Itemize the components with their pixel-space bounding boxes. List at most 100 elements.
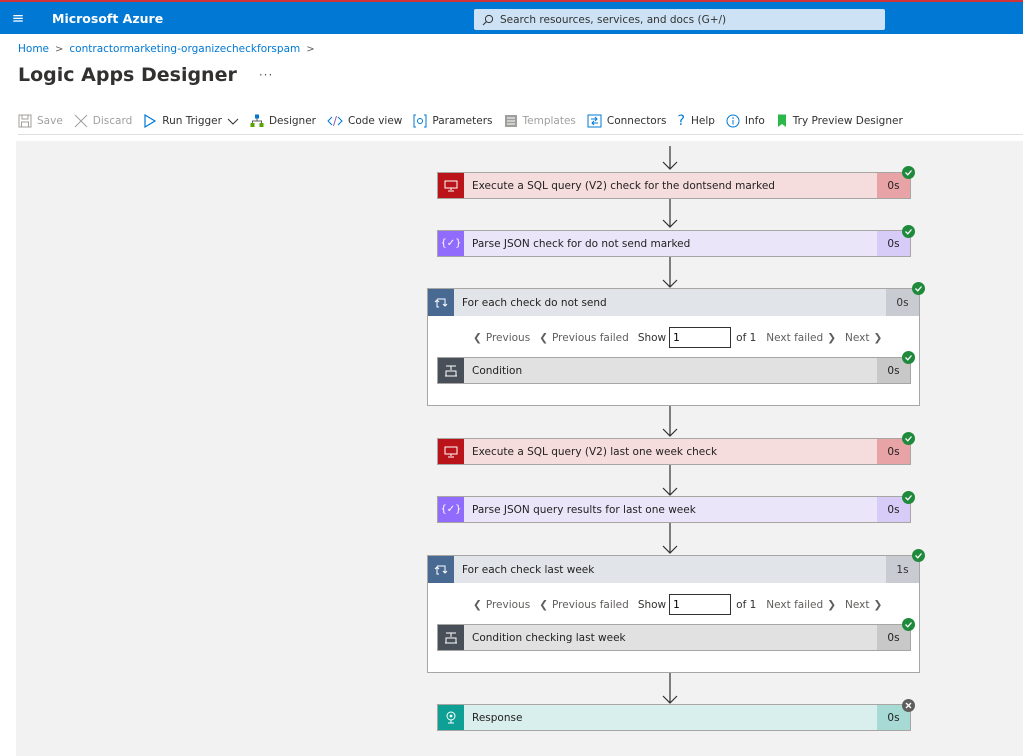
step-label: Condition checking last week bbox=[472, 631, 626, 644]
condition-icon bbox=[438, 625, 464, 650]
loop-icon bbox=[428, 289, 454, 316]
chevron-right-icon: > bbox=[55, 43, 64, 55]
code-view-button[interactable]: Code view bbox=[327, 114, 402, 128]
search-icon bbox=[482, 14, 494, 25]
breadcrumb-resource[interactable]: contractormarketing-organizecheckforspam bbox=[69, 43, 300, 55]
top-bar: ≡ Microsoft Azure Search resources, serv… bbox=[0, 0, 1023, 34]
discard-button[interactable]: Discard bbox=[74, 114, 132, 128]
json-icon: {✓} bbox=[438, 231, 464, 256]
previous-failed-button[interactable]: ❮ Previous failed bbox=[539, 332, 629, 344]
json-icon: {✓} bbox=[438, 497, 464, 522]
sql-icon bbox=[438, 439, 464, 464]
response-step[interactable]: Response 0s bbox=[437, 704, 911, 731]
show-label: Show bbox=[637, 598, 667, 611]
show-label: Show bbox=[637, 331, 667, 344]
loop-icon bbox=[428, 556, 454, 583]
condition-step[interactable]: Condition 0s bbox=[437, 357, 911, 384]
parameters-icon bbox=[413, 114, 427, 128]
loop-header[interactable]: For each check last week 1s bbox=[428, 556, 919, 583]
info-button[interactable]: Info bbox=[726, 114, 765, 128]
chevron-down-icon bbox=[227, 118, 239, 125]
help-icon: ? bbox=[677, 113, 685, 129]
toolbar-divider bbox=[18, 134, 1023, 135]
success-check-icon bbox=[902, 491, 915, 504]
next-failed-button[interactable]: Next failed ❯ bbox=[766, 599, 836, 611]
iteration-pager: ❮Previous ❮Previous failed Show of 1 Nex… bbox=[473, 327, 891, 348]
breadcrumb-home[interactable]: Home bbox=[18, 43, 49, 55]
designer-button[interactable]: Designer bbox=[250, 114, 316, 128]
condition-step[interactable]: Condition checking last week 0s bbox=[437, 624, 911, 651]
arrow-down-icon bbox=[662, 523, 678, 554]
parse-json-step[interactable]: {✓} Parse JSON query results for last on… bbox=[437, 496, 911, 523]
search-placeholder: Search resources, services, and docs (G+… bbox=[500, 13, 727, 26]
arrow-down-icon bbox=[662, 406, 678, 437]
step-label: Parse JSON check for do not send marked bbox=[472, 237, 691, 250]
code-icon bbox=[327, 115, 343, 127]
success-check-icon bbox=[912, 549, 925, 562]
step-label: Execute a SQL query (V2) last one week c… bbox=[472, 445, 718, 458]
previous-button[interactable]: ❮ Previous bbox=[473, 332, 530, 344]
page-title: Logic Apps Designer bbox=[18, 64, 237, 86]
loop-label: For each check last week bbox=[462, 563, 595, 576]
designer-canvas: Execute a SQL query (V2) check for the d… bbox=[16, 141, 1023, 756]
success-check-icon bbox=[902, 432, 915, 445]
designer-icon bbox=[250, 114, 264, 127]
close-icon bbox=[74, 114, 88, 128]
run-trigger-button[interactable]: Run Trigger bbox=[143, 114, 239, 128]
sql-query-step[interactable]: Execute a SQL query (V2) check for the d… bbox=[437, 172, 911, 199]
bookmark-icon bbox=[777, 114, 786, 127]
save-icon bbox=[18, 114, 32, 128]
iteration-pager: ❮Previous ❮Previous failed Show of 1 Nex… bbox=[473, 594, 891, 615]
more-options-icon[interactable]: ··· bbox=[259, 68, 273, 82]
step-label: Execute a SQL query (V2) check for the d… bbox=[472, 179, 775, 192]
brand-name[interactable]: Microsoft Azure bbox=[52, 11, 163, 26]
arrow-down-icon bbox=[662, 465, 678, 496]
search-box[interactable]: Search resources, services, and docs (G+… bbox=[474, 9, 885, 30]
arrow-down-icon bbox=[662, 199, 678, 228]
toolbar: Save Discard Run Trigger Designer Code v… bbox=[18, 112, 914, 130]
help-button[interactable]: ? Help bbox=[678, 113, 715, 129]
previous-button[interactable]: ❮ Previous bbox=[473, 599, 530, 611]
parse-json-step[interactable]: {✓} Parse JSON check for do not send mar… bbox=[437, 230, 911, 257]
arrow-down-icon bbox=[662, 146, 678, 170]
success-check-icon bbox=[912, 282, 925, 295]
response-icon bbox=[438, 705, 464, 730]
connectors-icon bbox=[587, 114, 602, 128]
play-icon bbox=[144, 114, 157, 128]
previous-failed-button[interactable]: ❮ Previous failed bbox=[539, 599, 629, 611]
try-preview-designer-button[interactable]: Try Preview Designer bbox=[776, 114, 903, 128]
chevron-right-icon: > bbox=[306, 43, 315, 55]
step-label: Parse JSON query results for last one we… bbox=[472, 503, 696, 516]
step-label: Condition bbox=[472, 364, 523, 377]
iteration-total: of 1 bbox=[736, 331, 757, 344]
step-label: Response bbox=[472, 711, 523, 724]
save-button[interactable]: Save bbox=[18, 114, 63, 128]
next-button[interactable]: Next ❯ bbox=[845, 332, 882, 344]
success-check-icon bbox=[902, 166, 915, 179]
templates-icon bbox=[504, 115, 517, 127]
failed-x-icon bbox=[902, 699, 915, 712]
foreach-loop-1[interactable]: For each check do not send 0s ❮ Previous … bbox=[427, 288, 920, 406]
loop-label: For each check do not send bbox=[462, 296, 607, 309]
arrow-down-icon bbox=[662, 257, 678, 288]
iteration-total: of 1 bbox=[736, 598, 757, 611]
arrow-down-icon bbox=[662, 673, 678, 704]
sql-query-step[interactable]: Execute a SQL query (V2) last one week c… bbox=[437, 438, 911, 465]
loop-header[interactable]: For each check do not send 0s bbox=[428, 289, 919, 316]
menu-icon[interactable]: ≡ bbox=[0, 2, 36, 34]
iteration-input[interactable] bbox=[669, 327, 732, 348]
breadcrumb: Home > contractormarketing-organizecheck… bbox=[18, 43, 321, 55]
next-button[interactable]: Next ❯ bbox=[845, 599, 882, 611]
info-icon bbox=[726, 114, 740, 128]
next-failed-button[interactable]: Next failed ❯ bbox=[766, 332, 836, 344]
templates-button[interactable]: Templates bbox=[504, 114, 576, 128]
success-check-icon bbox=[902, 618, 915, 631]
success-check-icon bbox=[902, 351, 915, 364]
success-check-icon bbox=[902, 225, 915, 238]
parameters-button[interactable]: Parameters bbox=[413, 114, 493, 128]
connectors-button[interactable]: Connectors bbox=[587, 114, 667, 128]
sql-icon bbox=[438, 173, 464, 198]
condition-icon bbox=[438, 358, 464, 383]
foreach-loop-2[interactable]: For each check last week 1s ❮ Previous ❮ P… bbox=[427, 555, 920, 673]
iteration-input[interactable] bbox=[669, 594, 732, 615]
